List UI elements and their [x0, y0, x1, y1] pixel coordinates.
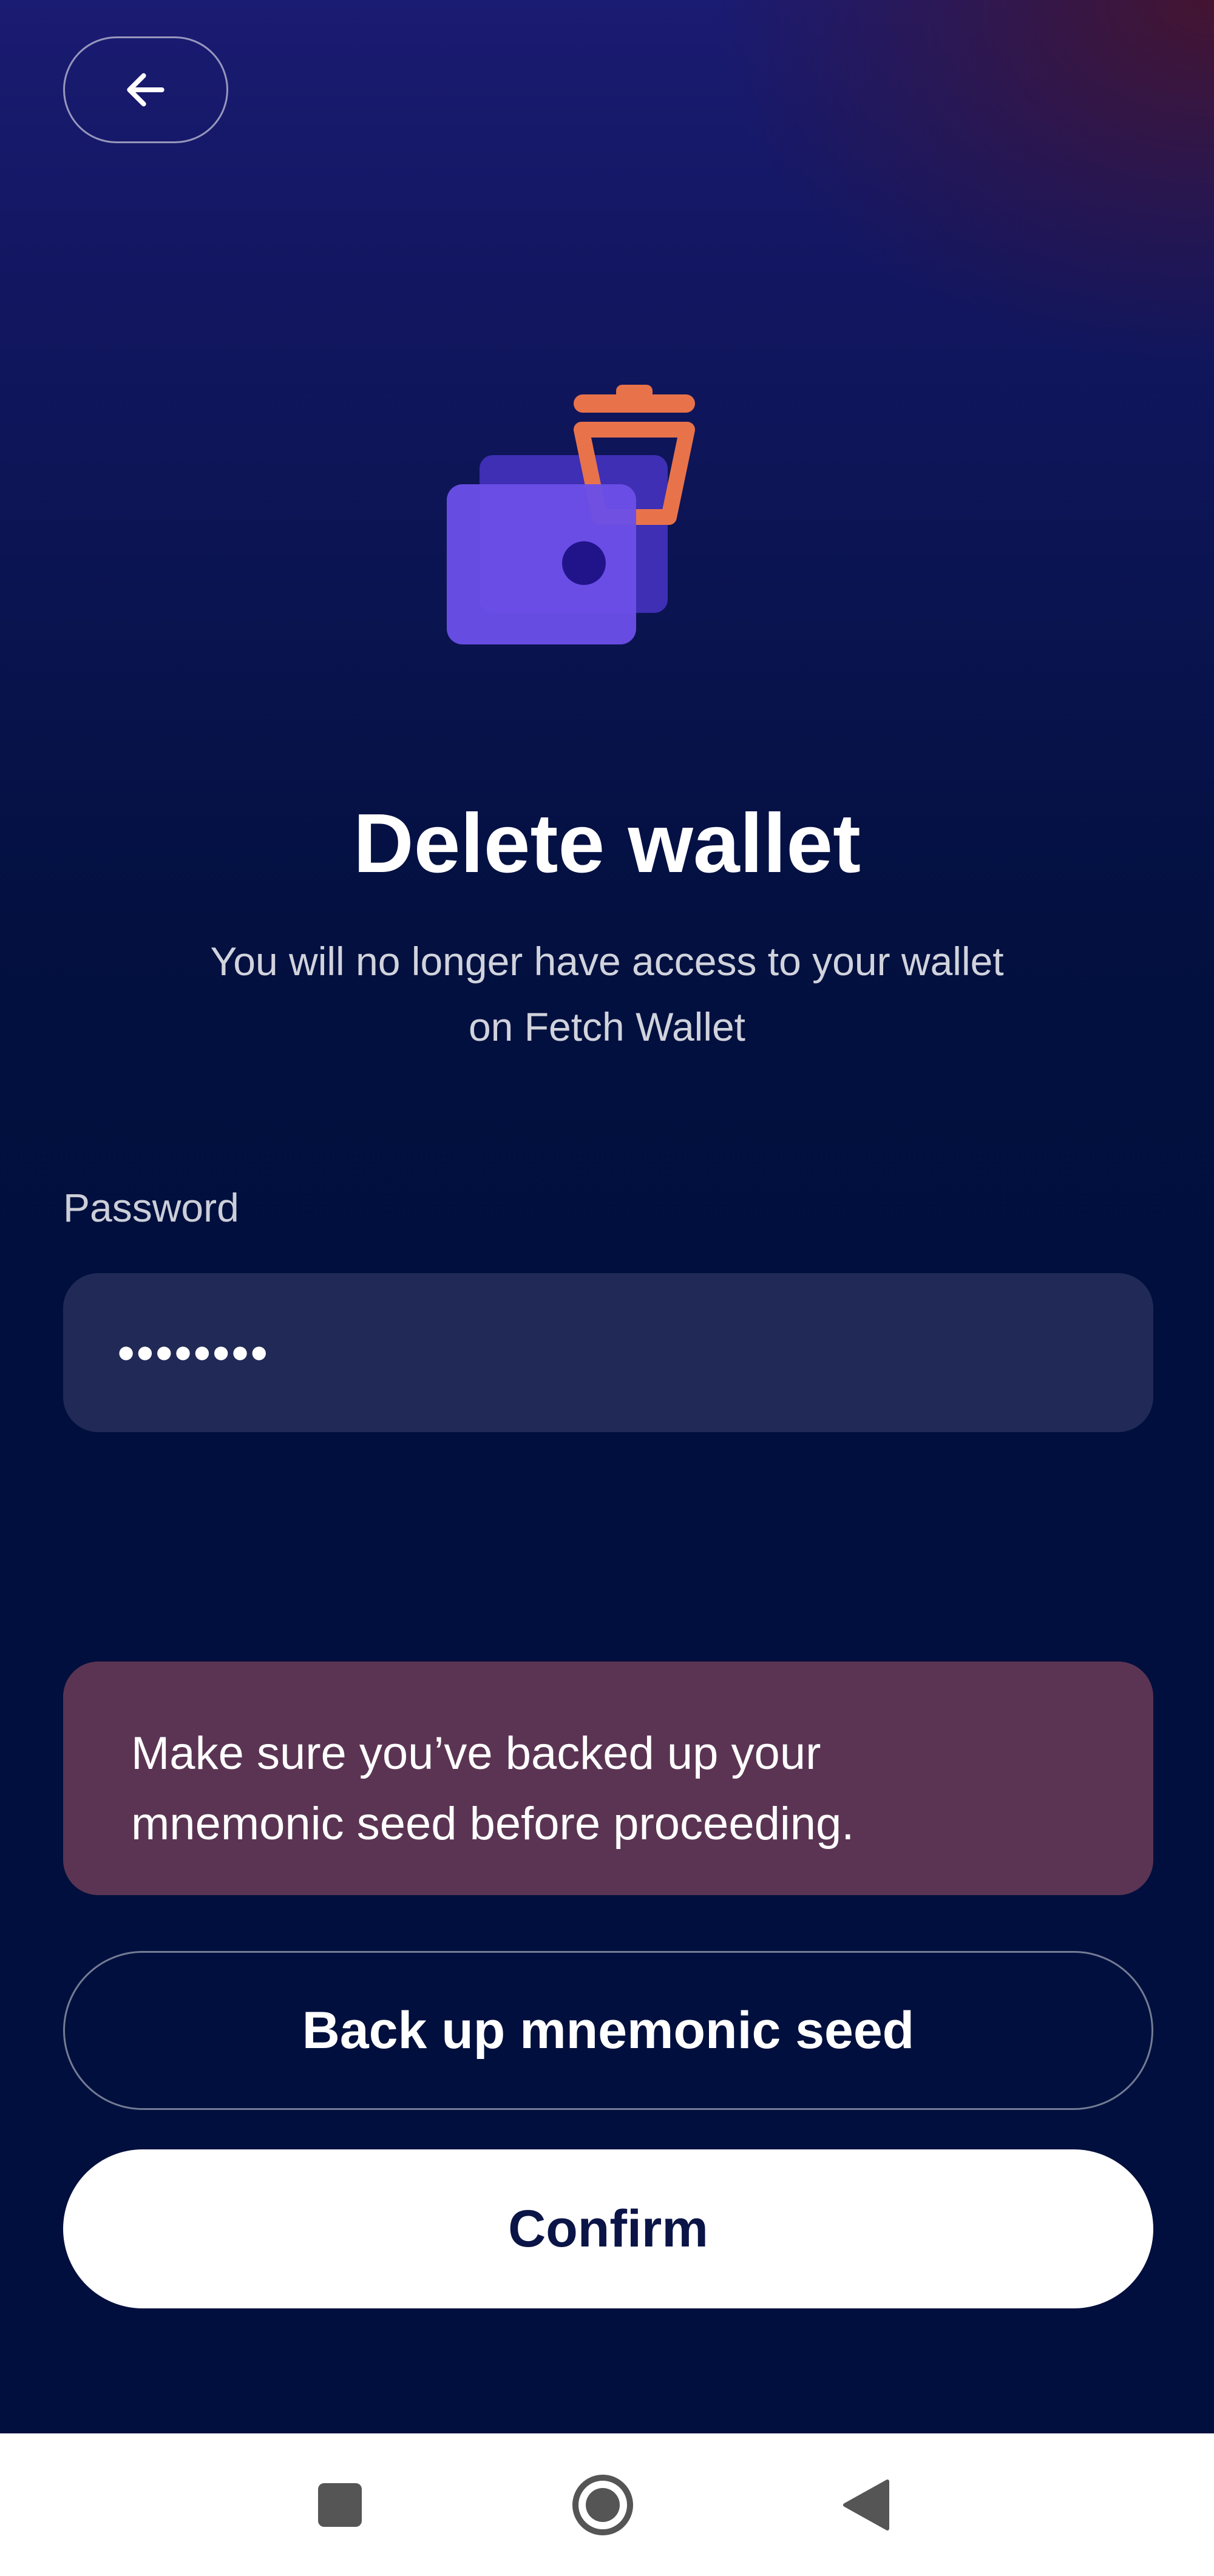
backup-mnemonic-button[interactable]: Back up mnemonic seed [63, 1951, 1153, 2110]
triangle-back-icon [843, 2479, 889, 2530]
square-icon [318, 2483, 362, 2527]
app-screen: Delete wallet You will no longer have ac… [0, 0, 1214, 2433]
wallet-trash-illustration [437, 382, 716, 655]
password-label: Password [63, 1185, 239, 1230]
confirm-button[interactable]: Confirm [63, 2149, 1153, 2308]
arrow-left-icon [127, 73, 164, 107]
wallet-trash-icon [447, 385, 695, 644]
password-input[interactable]: •••••••• [63, 1273, 1153, 1432]
warning-banner: Make sure you’ve backed up your mnemonic… [63, 1662, 1153, 1895]
page-title: Delete wallet [353, 797, 861, 890]
warning-line-2: mnemonic seed before proceeding. [131, 1798, 855, 1850]
circle-home-icon [572, 2474, 633, 2535]
system-navigation-bar [0, 2433, 1214, 2576]
subtitle-line-1: You will no longer have access to your w… [210, 939, 1004, 984]
back-button[interactable] [63, 36, 228, 143]
warning-line-1: Make sure you’ve backed up your [131, 1728, 821, 1779]
page-subtitle: You will no longer have access to your w… [121, 928, 1093, 1060]
password-value: •••••••• [118, 1325, 270, 1379]
subtitle-line-2: on Fetch Wallet [468, 1004, 746, 1049]
home-button[interactable] [542, 2433, 663, 2576]
system-back-button[interactable] [805, 2433, 926, 2576]
recents-button[interactable] [279, 2433, 401, 2576]
